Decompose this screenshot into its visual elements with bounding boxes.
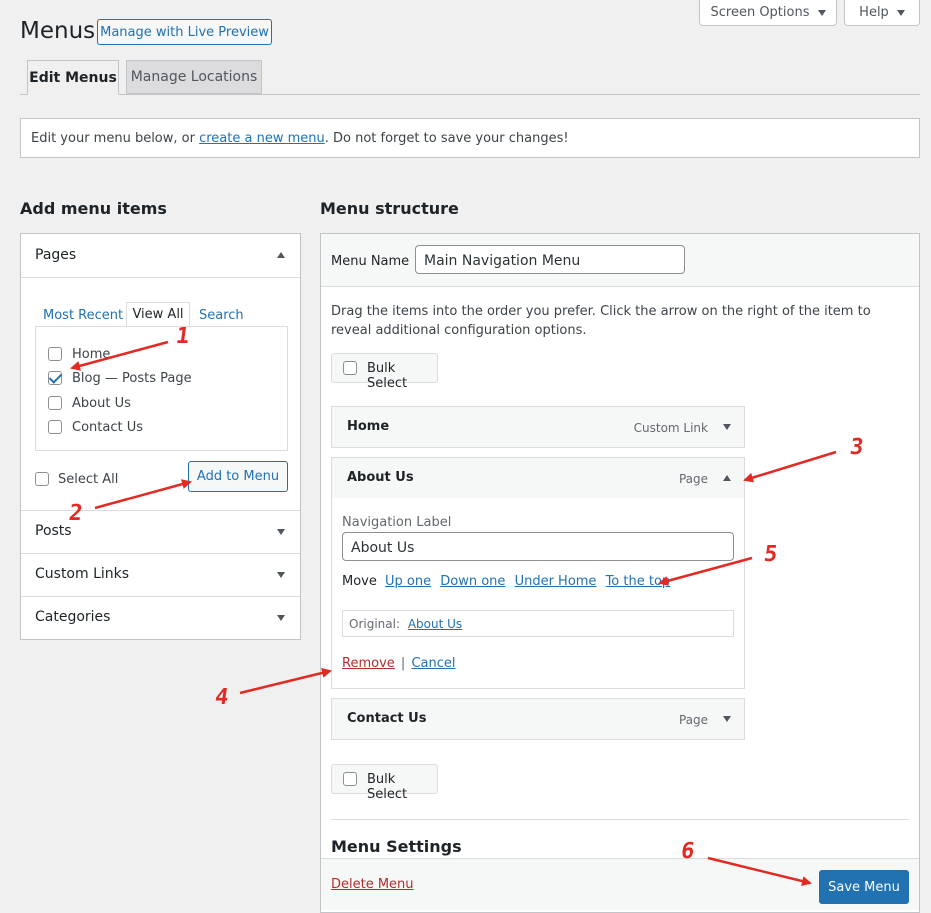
arrow-5 xyxy=(658,556,753,586)
annotation-arrows xyxy=(70,340,837,886)
arrow-2 xyxy=(94,479,192,510)
arrow-3 xyxy=(743,450,837,483)
arrow-1 xyxy=(70,340,169,371)
arrow-4 xyxy=(239,668,332,695)
arrow-6 xyxy=(707,856,812,886)
